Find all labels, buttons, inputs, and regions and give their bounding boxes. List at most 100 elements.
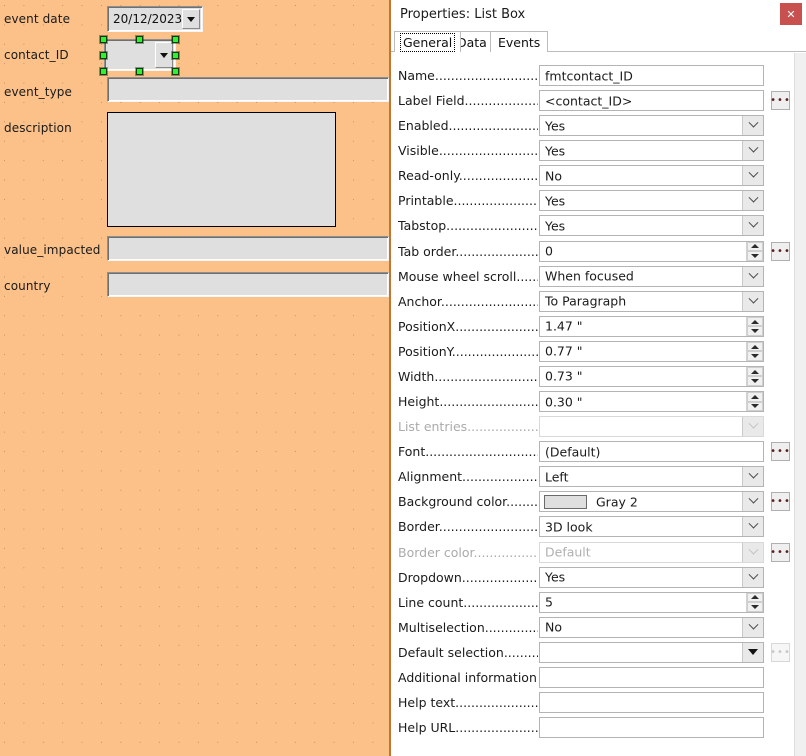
property-field[interactable]: Yes: [539, 215, 764, 237]
property-field[interactable]: No: [539, 165, 764, 187]
property-field[interactable]: [539, 641, 764, 663]
spinner-down-icon[interactable]: [747, 401, 763, 412]
property-field[interactable]: To Paragraph: [539, 290, 764, 312]
property-label: Anchor.................................: [398, 293, 538, 309]
property-row: Mouse wheel scroll............ When focus…: [391, 264, 794, 289]
spinner-up-icon[interactable]: [747, 392, 763, 402]
property-row: Font....................................…: [391, 439, 794, 464]
tab-events[interactable]: Events: [490, 31, 549, 52]
form-control-description[interactable]: [107, 112, 336, 227]
form-design-canvas[interactable]: event date 20/12/2023 contact_ID event_t…: [0, 0, 389, 756]
chevron-down-icon[interactable]: [742, 116, 763, 136]
spinner-control[interactable]: [746, 316, 763, 336]
property-field[interactable]: 0.30 ": [539, 391, 764, 413]
chevron-down-icon[interactable]: [742, 492, 763, 512]
property-field[interactable]: 5: [539, 591, 764, 613]
spinner-up-icon[interactable]: [747, 241, 763, 252]
property-field[interactable]: Yes: [539, 115, 764, 137]
spinner-up-icon[interactable]: [747, 592, 763, 603]
resize-handle-se[interactable]: [172, 68, 179, 75]
property-field[interactable]: 0.73 ": [539, 365, 764, 387]
resize-handle-nw[interactable]: [100, 36, 107, 43]
form-control-event-date[interactable]: 20/12/2023: [107, 6, 203, 32]
property-field[interactable]: Yes: [539, 190, 764, 212]
property-field[interactable]: fmtcontact_ID: [539, 65, 764, 86]
chevron-down-icon[interactable]: [742, 467, 763, 487]
property-field[interactable]: [539, 717, 764, 739]
dialog-titlebar[interactable]: Properties: List Box ✕: [391, 0, 806, 29]
browse-ellipsis-button[interactable]: •••: [770, 241, 790, 261]
property-field[interactable]: (Default): [539, 441, 764, 463]
spinner-control[interactable]: [746, 341, 763, 361]
property-field[interactable]: <contact_ID>: [539, 90, 764, 112]
browse-ellipsis-button[interactable]: •••: [770, 642, 790, 662]
property-field[interactable]: No: [539, 616, 764, 638]
property-field[interactable]: 0: [539, 240, 764, 262]
spinner-control[interactable]: [746, 592, 763, 612]
property-field[interactable]: When focused: [539, 265, 764, 287]
chevron-down-icon[interactable]: [742, 191, 763, 211]
spinner-up-icon[interactable]: [747, 341, 763, 352]
chevron-down-icon[interactable]: [742, 567, 763, 587]
form-control-contact-id[interactable]: [104, 39, 176, 71]
spinner-down-icon[interactable]: [747, 376, 763, 386]
spinner-down-icon[interactable]: [747, 326, 763, 336]
property-label: Alignment...........................: [398, 469, 538, 485]
property-row: Additional information.....: [391, 665, 794, 690]
property-field[interactable]: 1.47 ": [539, 315, 764, 337]
browse-ellipsis-button[interactable]: •••: [770, 492, 790, 512]
resize-handle-e[interactable]: [172, 52, 179, 59]
spinner-control[interactable]: [746, 392, 763, 412]
tab-data-label: Data: [457, 34, 487, 50]
property-field[interactable]: 0.77 ": [539, 340, 764, 362]
form-control-event-type[interactable]: [107, 77, 389, 102]
chevron-down-icon[interactable]: [742, 542, 763, 562]
property-field[interactable]: [539, 416, 764, 438]
spinner-up-icon[interactable]: [747, 316, 763, 327]
property-field[interactable]: Gray 2: [539, 491, 764, 513]
tab-general[interactable]: General: [394, 31, 462, 52]
property-field[interactable]: Left: [539, 466, 764, 488]
browse-ellipsis-button[interactable]: •••: [770, 442, 790, 462]
browse-ellipsis-button[interactable]: •••: [770, 542, 790, 562]
resize-handle-ne[interactable]: [172, 36, 179, 43]
browse-ellipsis-button[interactable]: •••: [770, 91, 790, 111]
form-control-value-impacted[interactable]: [107, 236, 389, 261]
property-field[interactable]: Default: [539, 541, 764, 563]
spinner-up-icon[interactable]: [747, 366, 763, 377]
property-field[interactable]: Yes: [539, 566, 764, 588]
chevron-down-icon[interactable]: [742, 141, 763, 161]
chevron-down-icon[interactable]: [742, 216, 763, 236]
spinner-control[interactable]: [746, 366, 763, 386]
chevron-down-icon[interactable]: [182, 9, 200, 29]
close-icon[interactable]: ✕: [780, 3, 802, 25]
property-value: Gray 2: [596, 494, 638, 510]
property-field[interactable]: [539, 666, 764, 688]
chevron-down-icon[interactable]: [742, 517, 763, 537]
resize-handle-s[interactable]: [136, 68, 143, 75]
dropdown-arrow-icon[interactable]: [742, 642, 763, 662]
form-control-country[interactable]: [107, 272, 389, 297]
chevron-down-icon[interactable]: [742, 166, 763, 186]
property-value: 0.77 ": [545, 343, 583, 359]
chevron-down-icon[interactable]: [742, 266, 763, 286]
chevron-down-icon[interactable]: [742, 291, 763, 311]
spinner-down-icon[interactable]: [747, 602, 763, 612]
property-row: Help text.............................: [391, 690, 794, 715]
resize-handle-n[interactable]: [136, 36, 143, 43]
chevron-down-icon[interactable]: [155, 42, 173, 68]
property-field[interactable]: 3D look: [539, 516, 764, 538]
property-field[interactable]: Yes: [539, 140, 764, 162]
property-field[interactable]: [539, 692, 764, 713]
property-value: Yes: [545, 569, 566, 585]
dialog-scrollbar[interactable]: [794, 53, 806, 756]
resize-handle-w[interactable]: [100, 52, 107, 59]
spinner-control[interactable]: [746, 241, 763, 261]
chevron-down-icon[interactable]: [742, 417, 763, 437]
spinner-down-icon[interactable]: [747, 251, 763, 261]
resize-handle-sw[interactable]: [100, 68, 107, 75]
chevron-down-icon[interactable]: [742, 617, 763, 637]
property-value: 1.47 ": [545, 318, 583, 334]
properties-dialog: Properties: List Box ✕ General Data Even…: [389, 0, 806, 756]
spinner-down-icon[interactable]: [747, 351, 763, 361]
